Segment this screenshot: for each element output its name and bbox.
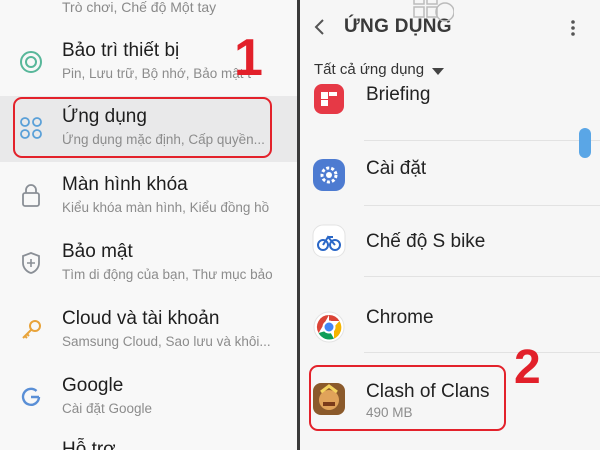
settings-item-subtitle: Samsung Cloud, Sao lưu và khôi... <box>62 334 271 349</box>
settings-item-title: Màn hình khóa <box>62 174 188 195</box>
s-bike-icon <box>312 224 346 258</box>
app-name: Chrome <box>366 307 434 328</box>
settings-item-title: Google <box>62 375 124 396</box>
list-divider <box>364 205 600 206</box>
chrome-icon <box>313 311 345 343</box>
app-item-settings[interactable]: Cài đặt <box>300 142 600 208</box>
highlight-box-clash-of-clans <box>309 365 506 431</box>
settings-item-title: Cloud và tài khoản <box>62 308 220 329</box>
partial-item-title: Hỗ trợ <box>62 439 116 450</box>
lock-icon <box>22 184 40 207</box>
settings-item-security[interactable]: Bảo mật Tìm di động của bạn, Thư mục bảo <box>0 231 297 297</box>
settings-item-lock-screen[interactable]: Màn hình khóa Kiểu khóa màn hình, Kiểu đ… <box>0 164 297 230</box>
settings-item-cloud-accounts[interactable]: Cloud và tài khoản Samsung Cloud, Sao lư… <box>0 298 297 364</box>
scrollbar-thumb[interactable] <box>579 128 591 158</box>
partial-item-subtitle: Trò chơi, Chế độ Một tay <box>62 0 217 15</box>
settings-gear-icon <box>313 159 345 191</box>
settings-item-title: Bảo trì thiết bị <box>62 40 180 61</box>
app-item-s-bike[interactable]: Chế độ S bike <box>300 208 600 274</box>
app-name: Cài đặt <box>366 158 427 179</box>
settings-item-google[interactable]: Google Cài đặt Google <box>0 365 297 431</box>
settings-item-subtitle: Tìm di động của bạn, Thư mục bảo <box>62 267 273 282</box>
app-name: Chế độ S bike <box>366 231 486 252</box>
app-item-briefing[interactable]: Briefing <box>300 70 600 136</box>
step-number-1: 1 <box>234 29 263 87</box>
step-number-2: 2 <box>514 341 541 394</box>
highlight-box-apps <box>13 97 272 158</box>
app-bar: ỨNG DỤNG <box>300 0 600 54</box>
grid-logo-icon <box>413 0 454 22</box>
app-name: Briefing <box>366 84 431 105</box>
list-divider <box>364 276 600 277</box>
settings-item-subtitle: Kiểu khóa màn hình, Kiểu đồng hồ <box>62 200 270 215</box>
list-divider <box>364 140 600 141</box>
device-maintenance-icon <box>20 51 42 73</box>
shield-icon <box>22 252 40 274</box>
app-item-chrome[interactable]: Chrome <box>300 278 600 344</box>
google-icon <box>21 387 41 406</box>
settings-item-subtitle: Cài đặt Google <box>62 401 153 416</box>
more-options-icon[interactable] <box>568 18 578 38</box>
back-arrow-icon[interactable] <box>309 16 331 38</box>
briefing-icon <box>314 84 344 114</box>
key-icon <box>22 320 41 339</box>
settings-item-title: Bảo mật <box>62 241 133 262</box>
list-divider <box>364 352 600 353</box>
